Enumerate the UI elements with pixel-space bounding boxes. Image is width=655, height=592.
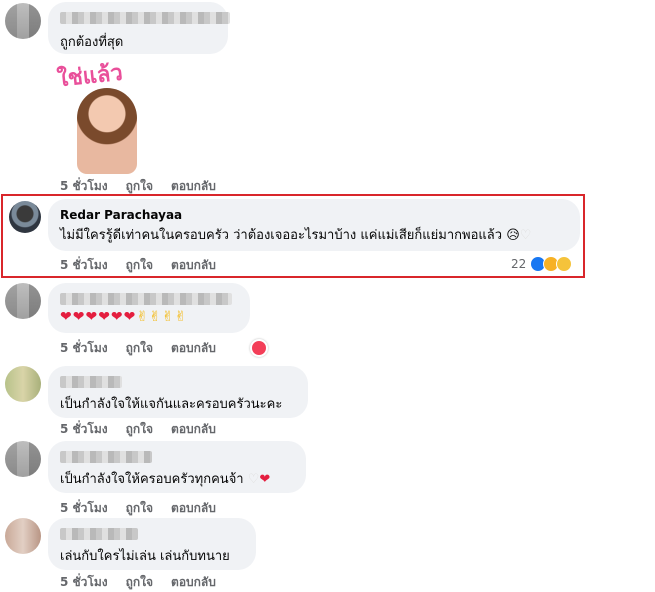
reaction-count: 22 (511, 257, 527, 271)
comment-text: เล่นกับใครไม่เล่น เล่นกับทนาย (60, 549, 230, 564)
white-heart-icon: ♡ (247, 472, 260, 487)
comment-actions: 5 ชั่วโมง ถูกใจ ตอบกลับ (60, 178, 216, 194)
comment-bubble: ถูกต้องที่สุด (48, 2, 230, 54)
commenter-name[interactable]: Redar Parachayaa (60, 207, 568, 223)
timestamp[interactable]: 5 ชั่วโมง (60, 340, 108, 356)
reply-button[interactable]: ตอบกลับ (171, 421, 216, 437)
avatar[interactable] (5, 283, 41, 319)
comment-actions: 5 ชั่วโมง ถูกใจ ตอบกลับ (60, 574, 216, 590)
comment-text-body: เป็นกำลังใจให้ครอบครัวทุกคนจ้า (60, 472, 244, 487)
like-button[interactable]: ถูกใจ (126, 257, 153, 273)
comment-bubble: เล่นกับใครไม่เล่น เล่นกับทนาย (48, 518, 256, 570)
avatar[interactable] (5, 3, 41, 39)
like-button[interactable]: ถูกใจ (126, 340, 153, 356)
reply-button[interactable]: ตอบกลับ (171, 574, 216, 590)
comment-text-body: ไม่มีใครรู้ดีเท่าคนในครอบครัว ว่าต้องเจอ… (60, 228, 503, 243)
like-button[interactable]: ถูกใจ (126, 178, 153, 194)
avatar[interactable] (9, 201, 41, 233)
red-heart-icon: ❤ (259, 472, 271, 487)
like-button[interactable]: ถูกใจ (126, 421, 153, 437)
heart-emoji-row: ❤❤❤❤❤❤✌✌✌✌ (60, 309, 188, 325)
like-button[interactable]: ถูกใจ (126, 500, 153, 516)
sad-emoji-icon: 😥 (506, 228, 520, 243)
commenter-name-blurred[interactable] (60, 293, 232, 305)
reply-button[interactable]: ตอบกลับ (171, 257, 216, 273)
reply-button[interactable]: ตอบกลับ (171, 340, 216, 356)
comment-text: เป็นกำลังใจให้แจกันและครอบครัวนะคะ (60, 397, 283, 412)
comment-actions: 5 ชั่วโมง ถูกใจ ตอบกลับ (60, 421, 216, 437)
reply-button[interactable]: ตอบกลับ (171, 178, 216, 194)
like-button[interactable]: ถูกใจ (126, 574, 153, 590)
comment-actions: 5 ชั่วโมง ถูกใจ ตอบกลับ (60, 340, 216, 356)
reaction-summary[interactable]: 22 (511, 256, 573, 272)
reply-button[interactable]: ตอบกลับ (171, 500, 216, 516)
comment-text: เป็นกำลังใจให้ครอบครัวทุกคนจ้า ♡❤ (60, 471, 294, 489)
comment-bubble: เป็นกำลังใจให้แจกันและครอบครัวนะคะ (48, 366, 308, 418)
avatar[interactable] (5, 366, 41, 402)
timestamp[interactable]: 5 ชั่วโมง (60, 421, 108, 437)
avatar[interactable] (5, 518, 41, 554)
comment-bubble: เป็นกำลังใจให้ครอบครัวทุกคนจ้า ♡❤ (48, 441, 306, 493)
commenter-name-blurred[interactable] (60, 376, 122, 388)
comment-text: ถูกต้องที่สุด (60, 35, 124, 50)
comment-bubble: ❤❤❤❤❤❤✌✌✌✌ (48, 283, 250, 333)
white-heart-icon: ♡ (519, 228, 532, 243)
comment-actions: 5 ชั่วโมง ถูกใจ ตอบกลับ (60, 500, 216, 516)
timestamp[interactable]: 5 ชั่วโมง (60, 178, 108, 194)
comment-text: ไม่มีใครรู้ดีเท่าคนในครอบครัว ว่าต้องเจอ… (60, 227, 568, 245)
commenter-name-blurred[interactable] (60, 12, 230, 24)
avatar[interactable] (5, 441, 41, 477)
timestamp[interactable]: 5 ชั่วโมง (60, 500, 108, 516)
comment-actions: 5 ชั่วโมง ถูกใจ ตอบกลับ (60, 257, 216, 273)
timestamp[interactable]: 5 ชั่วโมง (60, 574, 108, 590)
timestamp[interactable]: 5 ชั่วโมง (60, 257, 108, 273)
sticker-figure (77, 88, 137, 174)
love-reaction-icon[interactable] (250, 339, 268, 357)
sticker-image: ใช่แล้ว (55, 58, 165, 176)
commenter-name-blurred[interactable] (60, 528, 138, 540)
sad-reaction-icon (556, 256, 573, 272)
comment-bubble: Redar Parachayaa ไม่มีใครรู้ดีเท่าคนในคร… (48, 199, 580, 251)
commenter-name-blurred[interactable] (60, 451, 152, 463)
